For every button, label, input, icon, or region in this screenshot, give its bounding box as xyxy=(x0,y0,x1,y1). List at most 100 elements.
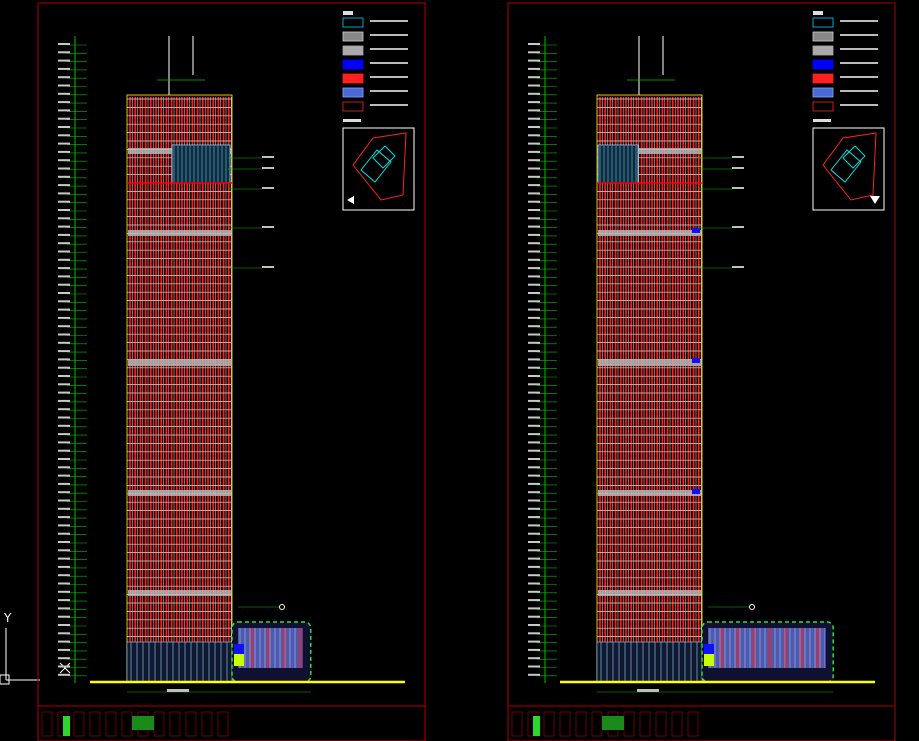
level-label-mark xyxy=(528,217,540,220)
blue-panel-marker xyxy=(692,228,700,233)
legend-swatch-glass-curtain-wall xyxy=(812,17,834,28)
level-label-mark xyxy=(528,524,540,527)
legend-swatch-grey-panel xyxy=(812,45,834,56)
legend-swatch-blue-hatch xyxy=(342,87,364,98)
level-label-mark xyxy=(528,375,540,377)
level-label-mark xyxy=(58,632,70,635)
level-label-mark xyxy=(58,491,70,494)
level-label-mark xyxy=(528,341,540,344)
legend-swatch-red-panel xyxy=(812,73,834,84)
legend-swatch-blue-panel xyxy=(812,59,834,70)
level-label-mark xyxy=(528,466,540,469)
level-label-mark xyxy=(58,51,70,54)
level-label-mark xyxy=(58,308,70,311)
level-label-mark xyxy=(528,532,540,535)
level-label-mark xyxy=(58,267,70,270)
level-label-mark xyxy=(528,159,540,162)
level-label-mark xyxy=(528,648,540,651)
level-label-mark xyxy=(58,126,70,128)
level-label-mark xyxy=(528,258,540,261)
level-label-mark xyxy=(528,283,540,286)
legend-swatch-stone-hatch xyxy=(812,31,834,42)
level-label-mark xyxy=(58,541,70,543)
refuge-floor-band xyxy=(598,590,701,596)
level-label-mark xyxy=(528,250,540,253)
level-label-mark xyxy=(58,175,70,178)
level-label-mark xyxy=(58,408,70,411)
level-label-mark xyxy=(58,499,70,502)
level-label-mark xyxy=(58,624,70,626)
level-label-mark xyxy=(528,350,540,353)
level-label-mark xyxy=(58,184,70,187)
level-label-mark xyxy=(58,590,70,593)
legend-swatch-red-louver xyxy=(342,101,364,112)
legend-heading-mark xyxy=(343,11,353,15)
legend-swatch-red-louver xyxy=(812,101,834,112)
callout-text-mark xyxy=(262,187,274,189)
legend-text-mark xyxy=(840,34,878,36)
podium-glass-panel xyxy=(238,628,303,668)
level-label-mark xyxy=(528,308,540,311)
level-label-mark xyxy=(528,300,540,303)
legend-text-mark xyxy=(370,48,408,50)
level-label-mark xyxy=(58,532,70,535)
level-label-mark xyxy=(528,76,540,79)
callout-text-mark xyxy=(262,226,274,228)
ucs-y-label: Y xyxy=(3,611,12,625)
level-label-mark xyxy=(528,167,540,170)
podium-accent-panel xyxy=(234,654,244,666)
level-label-mark xyxy=(528,441,540,444)
level-label-mark xyxy=(58,117,70,120)
level-label-mark xyxy=(58,84,70,87)
level-label-mark xyxy=(58,142,70,145)
level-label-mark xyxy=(58,524,70,527)
level-label-mark xyxy=(528,665,540,668)
level-label-mark xyxy=(58,557,70,560)
level-label-mark xyxy=(58,225,70,228)
level-label-mark xyxy=(528,399,540,402)
level-label-mark xyxy=(528,424,540,427)
level-label-mark xyxy=(58,673,70,676)
title-block-stamp xyxy=(602,716,624,730)
level-label-mark xyxy=(58,283,70,286)
level-label-mark xyxy=(528,632,540,635)
elevation-title-mark xyxy=(637,689,659,692)
refuge-floor-band xyxy=(128,230,231,236)
level-label-mark xyxy=(528,458,540,460)
level-label-mark xyxy=(528,209,540,211)
podium-blue-panel xyxy=(234,644,244,654)
level-label-mark xyxy=(528,541,540,543)
level-label-mark xyxy=(528,474,540,477)
cad-drawing-canvas[interactable]: Y xyxy=(0,0,919,741)
legend-text-mark xyxy=(370,104,408,106)
podium-blue-panel xyxy=(704,644,714,654)
level-label-mark xyxy=(528,316,540,319)
podium-accent-panel xyxy=(704,654,714,666)
level-label-mark xyxy=(58,300,70,303)
level-label-mark xyxy=(58,217,70,220)
level-label-mark xyxy=(528,640,540,643)
level-label-mark xyxy=(528,84,540,87)
level-label-mark xyxy=(528,233,540,236)
level-label-mark xyxy=(58,665,70,668)
legend-text-mark xyxy=(370,34,408,36)
elevation-title-mark xyxy=(167,689,189,692)
legend-text-mark xyxy=(840,104,878,106)
legend-swatch-stone-hatch xyxy=(342,31,364,42)
level-label-mark xyxy=(528,482,540,485)
legend-text-mark xyxy=(370,62,408,64)
level-label-mark xyxy=(58,574,70,577)
level-label-mark xyxy=(528,599,540,602)
level-label-mark xyxy=(528,549,540,552)
keyplan-heading-mark xyxy=(343,119,361,122)
level-label-mark xyxy=(58,433,70,436)
level-label-mark xyxy=(58,258,70,261)
level-label-mark xyxy=(528,391,540,394)
refuge-floor-band xyxy=(128,590,231,596)
level-label-mark xyxy=(58,657,70,660)
legend-text-mark xyxy=(370,90,408,92)
legend-text-mark xyxy=(840,20,878,22)
refuge-floor-band xyxy=(598,360,701,366)
legend-swatch-blue-panel xyxy=(342,59,364,70)
level-label-mark xyxy=(528,67,540,70)
